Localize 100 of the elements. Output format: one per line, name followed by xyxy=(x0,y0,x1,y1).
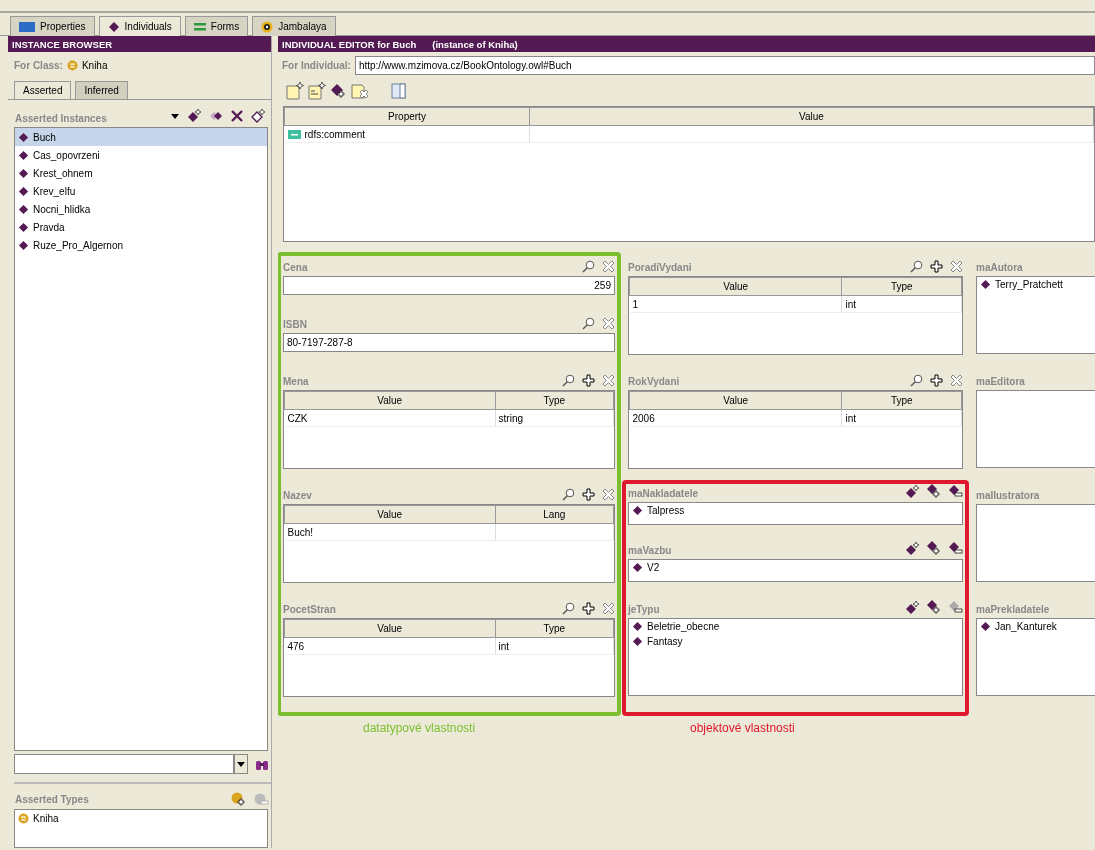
caret-icon[interactable] xyxy=(171,113,179,119)
diamond-minus-icon[interactable] xyxy=(948,485,963,498)
diamond-star-icon[interactable] xyxy=(905,600,919,615)
diamond-pair-icon[interactable] xyxy=(209,111,223,122)
table-cell: 2006 xyxy=(629,409,842,427)
tab[interactable]: Inferred xyxy=(75,80,128,99)
list-item[interactable]: Talpress xyxy=(629,503,962,518)
rectangle-icon xyxy=(19,21,35,32)
table-cell: int xyxy=(841,409,962,427)
instance-item[interactable]: Ruze_Pro_Algernon xyxy=(15,236,267,255)
column-header[interactable]: Type xyxy=(841,391,962,410)
search-icon[interactable] xyxy=(582,317,595,330)
search-icon[interactable] xyxy=(562,488,575,501)
field-label: For Class: xyxy=(14,59,63,74)
note-star-icon[interactable] xyxy=(286,82,304,100)
instance-item[interactable]: Pravda xyxy=(15,218,267,237)
uri-field[interactable]: http://www.mzimova.cz/BookOntology.owl#Buch xyxy=(354,56,1095,75)
diamond-star-icon[interactable] xyxy=(905,541,919,556)
search-icon[interactable] xyxy=(562,374,575,387)
instance-item[interactable]: Cas_opovrzeni xyxy=(15,146,267,165)
column-header[interactable]: Type xyxy=(495,391,614,410)
column-header[interactable]: Value xyxy=(284,505,496,524)
panel-icon[interactable] xyxy=(391,83,406,99)
widget-label: Mena xyxy=(283,375,309,389)
column-header[interactable]: Value xyxy=(284,619,496,638)
column-header[interactable]: Lang xyxy=(495,505,614,524)
diamond-star-icon[interactable] xyxy=(187,109,201,124)
widget-label: Cena xyxy=(283,261,308,275)
diamond-minus-icon[interactable] xyxy=(948,542,963,555)
section-label: Asserted Instances xyxy=(15,112,107,127)
plus-icon[interactable] xyxy=(582,488,595,501)
widget-label: jeTypu xyxy=(628,603,660,617)
table-cell: int xyxy=(495,637,614,655)
column-header[interactable]: Type xyxy=(495,619,614,638)
instance-item[interactable]: Nocni_hlidka xyxy=(15,200,267,219)
plus-icon[interactable] xyxy=(930,374,943,387)
table-cell: 1 xyxy=(629,295,842,313)
diamond-icon xyxy=(18,167,29,179)
tab[interactable]: Jambalaya xyxy=(252,16,336,36)
diamond-icon xyxy=(980,279,991,290)
instance-item[interactable]: Krev_elfu xyxy=(15,182,267,201)
target-icon xyxy=(261,20,274,33)
dropdown-button[interactable] xyxy=(234,754,248,775)
diamond-plus-icon[interactable] xyxy=(926,541,941,556)
plus-icon[interactable] xyxy=(930,260,943,273)
diamond-icon xyxy=(632,636,643,647)
search-field[interactable] xyxy=(14,754,234,775)
list-item[interactable]: Beletrie_obecne xyxy=(629,619,962,634)
tab[interactable]: Individuals xyxy=(98,16,181,36)
bars-icon xyxy=(193,21,206,32)
diamond-plus-icon[interactable] xyxy=(926,484,941,499)
widget-label: maVazbu xyxy=(628,544,672,558)
diamond-icon xyxy=(632,505,643,516)
column-header[interactable]: Property xyxy=(284,107,530,126)
diamond-star-icon[interactable] xyxy=(905,484,919,499)
table-cell: Buch! xyxy=(284,523,496,541)
class-name: Kniha xyxy=(81,59,108,74)
column-header[interactable]: Value xyxy=(629,391,842,410)
column-header[interactable]: Type xyxy=(841,277,962,296)
annotation-label: objektové vlastnosti xyxy=(690,720,795,736)
plus-icon[interactable] xyxy=(582,602,595,615)
circle-icon xyxy=(18,813,29,825)
search-icon[interactable] xyxy=(910,374,923,387)
widget-label: maNakladatele xyxy=(628,487,699,501)
search-icon[interactable] xyxy=(910,260,923,273)
tab[interactable]: Forms xyxy=(184,16,249,36)
instance-item[interactable]: Buch xyxy=(15,128,267,147)
list-item[interactable]: V2 xyxy=(629,560,962,575)
type-item[interactable]: Kniha xyxy=(15,809,267,828)
note-x-icon[interactable] xyxy=(351,82,369,100)
list-item[interactable]: Terry_Pratchett xyxy=(977,277,1095,292)
diamond-outline-icon[interactable] xyxy=(251,109,265,124)
document-star-icon[interactable] xyxy=(308,82,326,100)
binoculars-icon[interactable] xyxy=(256,758,268,770)
widget-label: RokVydani xyxy=(628,375,680,389)
widget-label: ISBN xyxy=(283,318,307,332)
diamond-icon xyxy=(18,221,29,233)
plus-icon[interactable] xyxy=(582,374,595,387)
list-item[interactable]: Jan_Kanturek xyxy=(977,619,1095,634)
diamond-plus-icon[interactable] xyxy=(926,600,941,615)
instance-item[interactable]: Krest_ohnem xyxy=(15,164,267,183)
caret-icon xyxy=(237,761,245,767)
column-header[interactable]: Value xyxy=(529,107,1094,126)
value-field[interactable]: 259 xyxy=(283,276,615,295)
tab[interactable]: Asserted xyxy=(14,80,72,99)
value-field[interactable]: 80-7197-287-8 xyxy=(283,333,615,352)
tab[interactable]: Properties xyxy=(10,16,95,36)
diamond-icon xyxy=(632,562,643,573)
search-icon[interactable] xyxy=(582,260,595,273)
list-item[interactable]: Fantasy xyxy=(629,634,962,649)
column-header[interactable]: Value xyxy=(629,277,842,296)
diamond-icon xyxy=(18,239,29,251)
diamond-icon xyxy=(18,203,29,215)
widget-label: maPrekladatele xyxy=(976,603,1050,617)
x-icon[interactable] xyxy=(231,110,243,123)
search-icon[interactable] xyxy=(562,602,575,615)
diamond-icon xyxy=(632,621,643,632)
diamond-plus-icon[interactable] xyxy=(330,82,347,100)
circle-plus-icon[interactable] xyxy=(231,791,246,807)
column-header[interactable]: Value xyxy=(284,391,496,410)
